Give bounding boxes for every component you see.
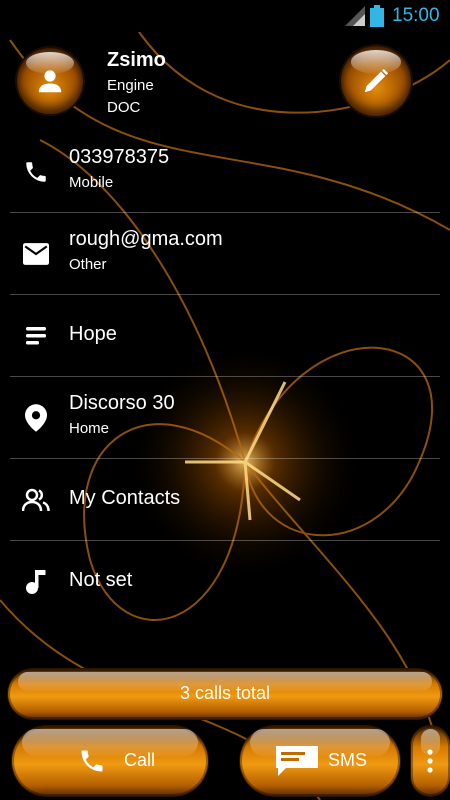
note-icon: [22, 322, 50, 350]
row-ringtone[interactable]: Not set: [10, 541, 440, 622]
status-bar: 15:00: [0, 0, 450, 32]
email-address: rough@gma.com: [69, 228, 223, 250]
contact-title: Engine: [107, 77, 154, 94]
group-icon: [22, 486, 50, 514]
sms-button[interactable]: SMS: [240, 726, 400, 796]
row-address[interactable]: Discorso 30 Home: [10, 377, 440, 459]
call-history-bar[interactable]: 3 calls total: [8, 669, 442, 719]
note-text: Hope: [69, 323, 117, 345]
email-icon: [22, 240, 50, 268]
groups-text: My Contacts: [69, 487, 181, 509]
pencil-icon: [364, 68, 389, 93]
message-icon: [276, 746, 318, 776]
row-phone[interactable]: 033978375 Mobile: [10, 131, 440, 213]
contact-avatar[interactable]: [17, 48, 83, 114]
row-groups[interactable]: My Contacts: [10, 459, 440, 541]
signal-icon: [345, 6, 365, 26]
battery-icon: [370, 5, 384, 27]
phone-icon: [81, 750, 103, 772]
location-icon: [22, 403, 50, 432]
phone-icon: [22, 158, 50, 186]
call-button-label: Call: [124, 750, 156, 770]
ringtone-text: Not set: [69, 569, 133, 591]
row-email[interactable]: rough@gma.com Other: [10, 213, 440, 295]
calls-total-label: 3 calls total: [179, 683, 271, 703]
phone-number: 033978375: [69, 146, 170, 168]
row-note[interactable]: Hope: [10, 295, 440, 377]
sms-button-label: SMS: [328, 750, 368, 770]
person-icon: [38, 70, 62, 93]
more-options-button[interactable]: [411, 726, 450, 796]
email-type: Other: [69, 256, 107, 273]
music-note-icon: [22, 568, 50, 596]
contact-name: Zsimo: [107, 49, 166, 71]
contact-company: DOC: [107, 99, 141, 116]
address-type: Home: [69, 420, 110, 437]
more-vertical-icon: [427, 749, 433, 773]
edit-contact-button[interactable]: [341, 46, 411, 116]
phone-type: Mobile: [69, 174, 114, 191]
address-text: Discorso 30: [69, 392, 175, 414]
status-clock: 15:00: [392, 5, 440, 26]
call-button[interactable]: Call: [12, 726, 208, 796]
